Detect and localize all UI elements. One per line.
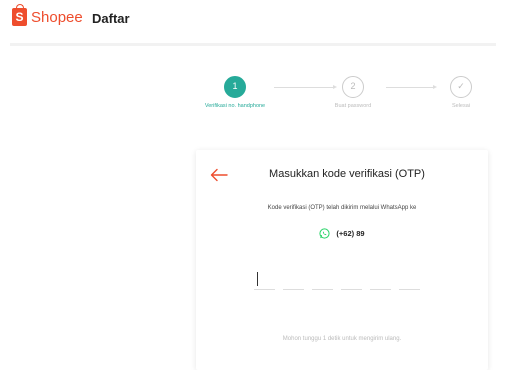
step-1-circle: 1	[224, 76, 246, 98]
whatsapp-icon	[319, 228, 331, 239]
step-verify-phone: 1 Verifikasi no. handphone	[190, 76, 280, 109]
step-1-label: Verifikasi no. handphone	[204, 103, 266, 109]
phone-number-row: (+62) 89	[196, 228, 488, 239]
top-header: S Shopee Daftar	[0, 0, 506, 40]
step-finish: ✓ Selesai	[416, 76, 506, 109]
otp-description: Kode verifikasi (OTP) telah dikirim mela…	[267, 205, 417, 211]
resend-countdown: Mohon tunggu 1 detik untuk mengirim ulan…	[282, 336, 402, 342]
otp-digit-input-1[interactable]	[254, 270, 275, 290]
page-title: Daftar	[92, 11, 130, 26]
brand-name: Shopee	[31, 8, 83, 26]
step-create-password: 2 Buat password	[308, 76, 398, 109]
shopee-logo[interactable]: S Shopee	[12, 4, 83, 26]
shopee-bag-icon: S	[12, 4, 27, 26]
otp-title: Masukkan kode verifikasi (OTP)	[269, 168, 425, 180]
otp-input-group	[254, 270, 420, 290]
otp-digit-input-2[interactable]	[283, 270, 304, 290]
step-2-label: Buat password	[334, 103, 372, 109]
registration-stepper: 1 Verifikasi no. handphone 2 Buat passwo…	[190, 76, 490, 116]
otp-digit-input-3[interactable]	[312, 270, 333, 290]
phone-number: (+62) 89	[336, 229, 365, 238]
otp-digit-input-5[interactable]	[370, 270, 391, 290]
step-2-circle: 2	[342, 76, 364, 98]
header-divider	[10, 43, 496, 46]
otp-digit-input-4[interactable]	[341, 270, 362, 290]
step-3-label: Selesai	[451, 103, 471, 109]
otp-digit-input-6[interactable]	[399, 270, 420, 290]
step-3-check-icon: ✓	[450, 76, 472, 98]
otp-card: Masukkan kode verifikasi (OTP) Kode veri…	[196, 150, 488, 370]
